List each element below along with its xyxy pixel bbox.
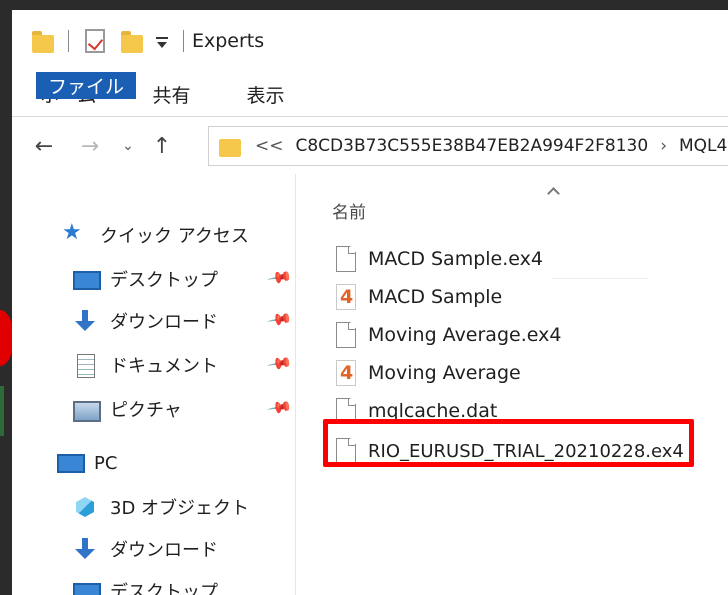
address-overflow[interactable]: << bbox=[255, 136, 284, 156]
breadcrumb-segment[interactable]: MQL4 bbox=[679, 136, 727, 156]
nav-item-downloads[interactable]: ダウンロード bbox=[72, 536, 218, 562]
nav-item-3d-objects[interactable]: 3D オブジェクト bbox=[72, 494, 249, 520]
nav-label: ドキュメント bbox=[110, 356, 218, 377]
pin-icon[interactable]: 📌 bbox=[266, 350, 293, 377]
file-item[interactable]: Moving Average.ex4 bbox=[336, 322, 561, 348]
nav-label: ダウンロード bbox=[110, 540, 218, 561]
nav-label: PC bbox=[94, 452, 118, 474]
highlight-box bbox=[323, 419, 694, 467]
3d-objects-icon bbox=[72, 496, 98, 518]
navigation-bar: ← → ⌄ ↑ << C8CD3B73C555E38B47EB2A994F2F8… bbox=[12, 118, 728, 174]
nav-quick-access[interactable]: クイック アクセス bbox=[62, 220, 249, 248]
file-icon bbox=[336, 246, 356, 272]
folder-icon bbox=[219, 135, 241, 157]
window-title: Experts bbox=[192, 30, 265, 52]
quick-access-dropdown-icon[interactable] bbox=[155, 31, 169, 51]
nav-item-desktop[interactable]: デスクトップ bbox=[72, 266, 218, 292]
nav-item-downloads[interactable]: ダウンロード bbox=[72, 308, 218, 334]
background-strip bbox=[0, 386, 4, 436]
file-item[interactable]: Moving Average bbox=[336, 360, 521, 386]
address-bar[interactable]: << C8CD3B73C555E38B47EB2A994F2F8130 › MQ… bbox=[208, 126, 728, 166]
nav-label: ピクチャ bbox=[110, 400, 182, 421]
pictures-icon bbox=[72, 398, 101, 422]
title-bar: Experts bbox=[12, 10, 728, 72]
mq4-file-icon bbox=[336, 284, 356, 310]
file-name: Moving Average bbox=[368, 362, 521, 384]
download-icon bbox=[72, 310, 98, 332]
forward-arrow-icon[interactable]: → bbox=[72, 134, 108, 159]
tab-view[interactable]: 表示 bbox=[218, 72, 312, 116]
tab-share[interactable]: 共有 bbox=[124, 72, 218, 116]
back-arrow-icon[interactable]: ← bbox=[26, 134, 62, 159]
file-name: MACD Sample.ex4 bbox=[368, 248, 543, 270]
pin-icon[interactable]: 📌 bbox=[266, 264, 293, 291]
file-name: MACD Sample bbox=[368, 286, 503, 308]
divider bbox=[552, 278, 648, 279]
explorer-window: Experts ファイル ホーム 共有 表示 ← → ⌄ ↑ << C8CD3B… bbox=[12, 10, 728, 595]
desktop-icon bbox=[72, 268, 101, 290]
nav-label: デスクトップ bbox=[110, 270, 218, 291]
mq4-file-icon bbox=[336, 360, 356, 386]
download-icon bbox=[72, 538, 98, 560]
up-arrow-icon[interactable]: ↑ bbox=[144, 134, 180, 159]
new-folder-icon[interactable] bbox=[121, 29, 143, 53]
file-list: 名前 MACD Sample.ex4 MACD Sample Moving Av… bbox=[312, 174, 728, 595]
divider bbox=[183, 30, 184, 52]
nav-label: クイック アクセス bbox=[100, 226, 249, 247]
folder-icon bbox=[32, 29, 54, 53]
recent-locations-chevron-icon[interactable]: ⌄ bbox=[116, 138, 140, 154]
file-icon bbox=[336, 322, 356, 348]
navigation-pane: クイック アクセス デスクトップ 📌 ダウンロード 📌 ドキュメント 📌 ピクチ… bbox=[12, 174, 296, 595]
divider bbox=[68, 30, 69, 52]
nav-label: デスクトップ bbox=[110, 582, 218, 595]
nav-label: ダウンロード bbox=[110, 312, 218, 333]
file-item[interactable]: MACD Sample.ex4 bbox=[336, 246, 543, 272]
nav-item-pc[interactable]: PC bbox=[56, 452, 117, 474]
documents-icon bbox=[72, 354, 98, 378]
file-name: Moving Average.ex4 bbox=[368, 324, 562, 346]
nav-item-pictures[interactable]: ピクチャ bbox=[72, 396, 182, 422]
divider bbox=[12, 116, 728, 117]
nav-item-documents[interactable]: ドキュメント bbox=[72, 352, 218, 378]
chevron-right-icon[interactable]: › bbox=[660, 136, 667, 156]
pc-icon bbox=[56, 452, 85, 474]
tab-file[interactable]: ファイル bbox=[36, 72, 136, 99]
breadcrumb-segment[interactable]: C8CD3B73C555E38B47EB2A994F2F8130 bbox=[296, 136, 649, 156]
nav-item-desktop[interactable]: デスクトップ bbox=[72, 578, 218, 595]
sort-ascending-icon bbox=[547, 186, 559, 198]
ribbon-tabs: ファイル ホーム 共有 表示 bbox=[12, 72, 728, 116]
pin-icon[interactable]: 📌 bbox=[266, 306, 293, 333]
pin-icon[interactable]: 📌 bbox=[266, 394, 293, 421]
desktop-icon bbox=[72, 580, 101, 595]
properties-icon[interactable] bbox=[85, 29, 105, 53]
star-icon bbox=[62, 220, 88, 246]
file-item[interactable]: MACD Sample bbox=[336, 284, 502, 310]
nav-label: 3D オブジェクト bbox=[110, 498, 250, 519]
column-header-name[interactable]: 名前 bbox=[332, 198, 366, 223]
